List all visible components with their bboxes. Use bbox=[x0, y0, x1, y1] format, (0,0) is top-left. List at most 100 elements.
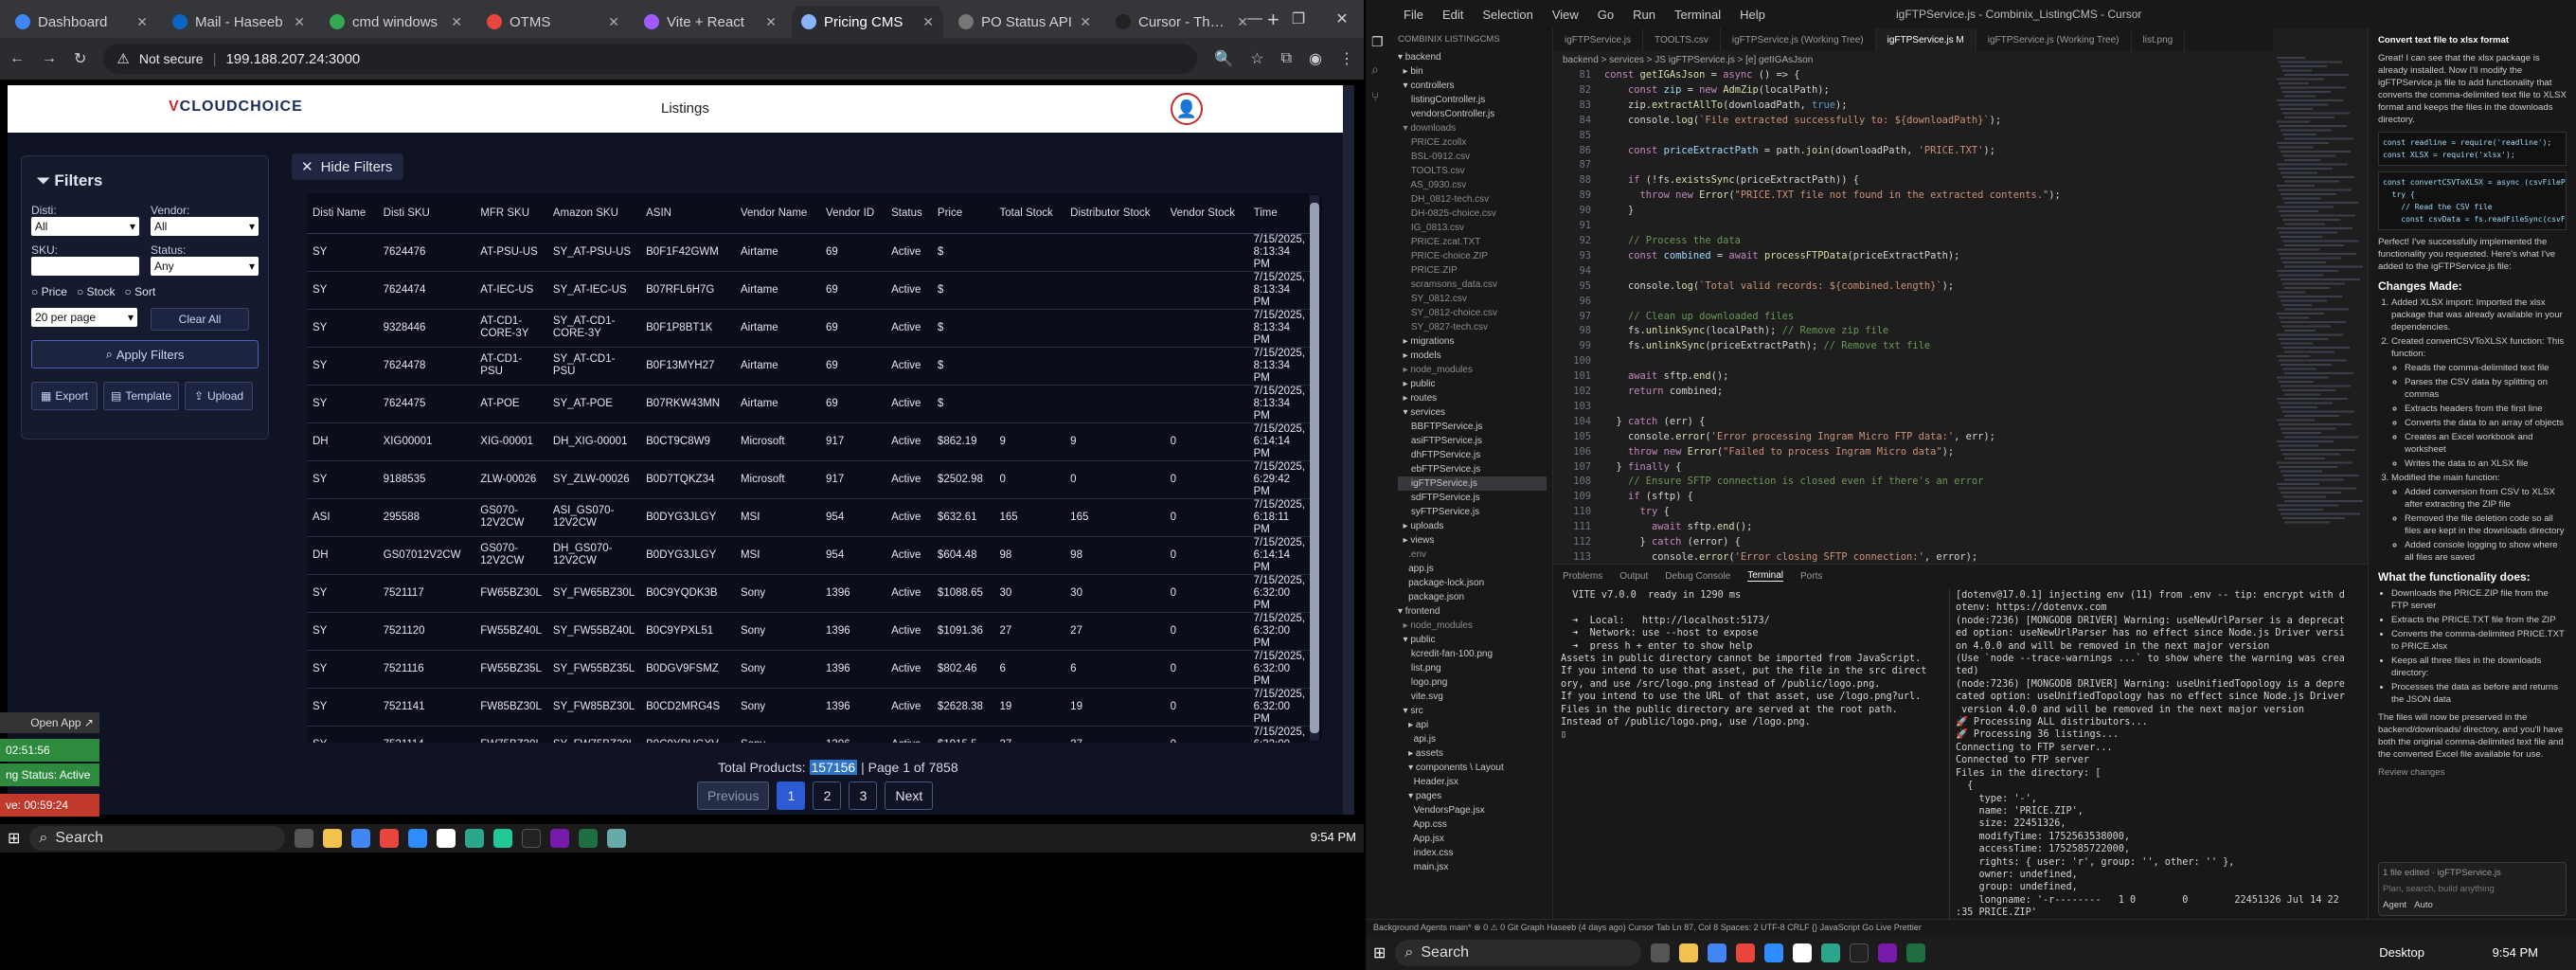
app-icon-2[interactable] bbox=[1793, 943, 1813, 962]
code-line[interactable]: 108 // Ensure SFTP connection is closed … bbox=[1559, 475, 2273, 490]
cursor-icon[interactable] bbox=[1850, 943, 1869, 962]
code-line[interactable]: 88 if (!fs.existsSync(priceExtractPath))… bbox=[1559, 173, 2273, 189]
menu-item-edit[interactable]: Edit bbox=[1442, 8, 1463, 22]
explorer-item[interactable]: ▾ pages bbox=[1398, 789, 1547, 803]
chat-input-box[interactable]: 1 file edited · igFTPService.js Plan, se… bbox=[2378, 862, 2567, 916]
explorer-item[interactable]: vite.svg bbox=[1398, 690, 1547, 704]
next-button[interactable]: Next bbox=[885, 781, 934, 810]
menu-item-run[interactable]: Run bbox=[1633, 8, 1655, 22]
app-icon-3[interactable] bbox=[1821, 943, 1841, 962]
explorer-item[interactable]: ▾ downloads bbox=[1398, 121, 1547, 135]
code-line[interactable]: 84 console.log(`File extracted successfu… bbox=[1559, 114, 2273, 129]
code-line[interactable]: 110 try { bbox=[1559, 505, 2273, 520]
minimap[interactable] bbox=[2273, 57, 2368, 564]
cursor-icon[interactable] bbox=[522, 829, 542, 848]
app-icon-1[interactable] bbox=[1736, 943, 1756, 962]
zoom-icon[interactable]: 🔍 bbox=[1214, 49, 1233, 68]
explorer-item[interactable]: kcredit-fan-100.png bbox=[1398, 647, 1547, 661]
explorer-item[interactable]: main.jsx bbox=[1398, 860, 1547, 874]
windows-start-icon[interactable]: ⊞ bbox=[1373, 943, 1386, 962]
explorer-item[interactable]: ▸ api bbox=[1398, 718, 1547, 732]
table-row[interactable]: SY 9188535 ZLW-00026 SY_ZLW-00026 B0D7TQKZ34… bbox=[307, 460, 1311, 499]
app-icon-2[interactable] bbox=[437, 829, 456, 848]
editor-tab[interactable]: igFTPService.js (Working Tree) bbox=[1721, 28, 1876, 51]
explorer-item[interactable]: Header.jsx bbox=[1398, 775, 1547, 789]
explorer-item[interactable]: ▸ node_modules bbox=[1398, 619, 1547, 633]
explorer-item[interactable]: vendorsController.js bbox=[1398, 107, 1547, 121]
tab-close-icon[interactable]: ✕ bbox=[451, 14, 462, 30]
extensions-icon[interactable]: ⧉ bbox=[1281, 50, 1292, 67]
browser-tab[interactable]: Dashboard ✕ bbox=[6, 6, 157, 38]
code-line[interactable]: 82 const zip = new AdmZip(localPath); bbox=[1559, 83, 2273, 99]
explorer-item[interactable]: asiFTPService.js bbox=[1398, 434, 1547, 448]
menu-item-view[interactable]: View bbox=[1552, 8, 1579, 22]
desktop-toolbar[interactable]: Desktop bbox=[2379, 945, 2424, 960]
explorer-item[interactable]: ▾ backend bbox=[1398, 50, 1547, 64]
code-line[interactable]: 112 } catch (error) { bbox=[1559, 535, 2273, 550]
address-bar[interactable]: ⚠ Not secure | 199.188.207.24:3000 bbox=[103, 44, 1198, 74]
tab-close-icon[interactable]: ✕ bbox=[765, 14, 777, 30]
browser-menu-icon[interactable]: ⋮ bbox=[1339, 49, 1354, 68]
explorer-item[interactable]: ▾ public bbox=[1398, 633, 1547, 647]
table-row[interactable]: DH XIG00001 XIG-00001 DH_XIG-00001 B0CT9C8W9… bbox=[307, 422, 1311, 461]
code-line[interactable]: 96 bbox=[1559, 295, 2273, 310]
code-line[interactable]: 106 throw new Error("Failed to process I… bbox=[1559, 445, 2273, 460]
open-app-link[interactable]: Open App ↗ bbox=[0, 712, 99, 733]
tab-close-icon[interactable]: ✕ bbox=[294, 14, 305, 30]
explorer-item[interactable]: package-lock.json bbox=[1398, 576, 1547, 590]
vendor-select[interactable]: All ▾ bbox=[151, 217, 259, 236]
explorer-item[interactable]: ▸ views bbox=[1398, 533, 1547, 548]
profile-icon[interactable]: ◉ bbox=[1309, 49, 1322, 68]
tab-close-icon[interactable]: ✕ bbox=[1080, 14, 1091, 30]
code-line[interactable]: 85 bbox=[1559, 129, 2273, 144]
explorer-item[interactable]: index.css bbox=[1398, 846, 1547, 860]
excel-icon[interactable] bbox=[1906, 943, 1926, 962]
panel-tab[interactable]: Problems bbox=[1563, 571, 1602, 582]
code-line[interactable]: 92 // Process the data bbox=[1559, 234, 2273, 249]
explorer-item[interactable]: App.css bbox=[1398, 817, 1547, 832]
explorer-item[interactable]: DH-0825-choice.csv bbox=[1398, 207, 1547, 221]
explorer-item[interactable]: SY_0812-choice.csv bbox=[1398, 306, 1547, 320]
task-view-icon[interactable] bbox=[295, 829, 314, 848]
editor-tab[interactable]: TOOLTS.csv bbox=[1643, 28, 1721, 51]
code-line[interactable]: 100 bbox=[1559, 354, 2273, 369]
explorer-icon[interactable]: ❐ bbox=[1366, 28, 1392, 56]
explorer-item[interactable]: ▾ controllers bbox=[1398, 79, 1547, 93]
agent-mode-button[interactable]: Agent bbox=[2383, 899, 2406, 911]
column-header[interactable]: MFR SKU bbox=[474, 193, 547, 234]
explorer-item[interactable]: package.json bbox=[1398, 590, 1547, 604]
column-header[interactable]: Price bbox=[931, 193, 994, 234]
table-row[interactable]: SY 7624478 AT-CD1-PSU SY_AT-CD1-PSU B0F13MYH… bbox=[307, 347, 1311, 386]
zoom-app-icon[interactable] bbox=[1764, 943, 1784, 962]
panel-tab[interactable]: Output bbox=[1619, 571, 1648, 582]
back-icon[interactable]: ← bbox=[9, 50, 25, 67]
explorer-item[interactable]: dhFTPService.js bbox=[1398, 448, 1547, 462]
taskbar-clock[interactable]: 9:54 PM bbox=[1311, 830, 1356, 844]
auto-model-button[interactable]: Auto bbox=[2414, 899, 2433, 911]
table-row[interactable]: SY 7624475 AT-POE SY_AT-POE B07RKW43MN Airtam… bbox=[307, 385, 1311, 423]
browser-tab[interactable]: OTMS ✕ bbox=[477, 6, 629, 38]
maximize-icon[interactable]: ❐ bbox=[1277, 0, 1320, 38]
column-header[interactable]: Total Stock bbox=[993, 193, 1065, 234]
chat-code-1[interactable]: const readline = require('readline'); co… bbox=[2378, 132, 2567, 166]
export-button[interactable]: ▦ Export bbox=[31, 382, 98, 410]
review-changes[interactable]: Review changes bbox=[2378, 766, 2567, 779]
column-header[interactable]: ASIN bbox=[640, 193, 735, 234]
explorer-item[interactable]: BBFTPService.js bbox=[1398, 420, 1547, 434]
file-explorer-icon[interactable] bbox=[1679, 943, 1699, 962]
editor-tab[interactable]: igFTPService.js (Working Tree) bbox=[1977, 28, 2132, 51]
url-text[interactable]: 199.188.207.24:3000 bbox=[225, 51, 360, 67]
menu-item-help[interactable]: Help bbox=[1740, 8, 1765, 22]
taskbar-search[interactable]: ⌕ Search bbox=[29, 826, 286, 851]
status-bar[interactable]: Background Agents main* ⊗ 0 ⚠ 0 Git Grap… bbox=[1366, 919, 2576, 936]
code-line[interactable]: 94 bbox=[1559, 264, 2273, 279]
table-row[interactable]: SY 9328446 AT-CD1-CORE-3Y SY_AT-CD1-CORE-3Y… bbox=[307, 309, 1311, 348]
code-line[interactable]: 93 const combined = await processFTPData… bbox=[1559, 249, 2273, 264]
excel-icon[interactable] bbox=[579, 829, 599, 848]
explorer-item[interactable]: PRICE.zcollx bbox=[1398, 135, 1547, 150]
code-line[interactable]: 97 // Clean up downloaded files bbox=[1559, 310, 2273, 325]
explorer-item[interactable]: PRICE.zcat.TXT bbox=[1398, 235, 1547, 249]
table-scrollbar[interactable] bbox=[1310, 195, 1319, 741]
explorer-item[interactable]: ▾ components \ Layout bbox=[1398, 761, 1547, 775]
browser-tab[interactable]: Vite + React ✕ bbox=[635, 6, 786, 38]
